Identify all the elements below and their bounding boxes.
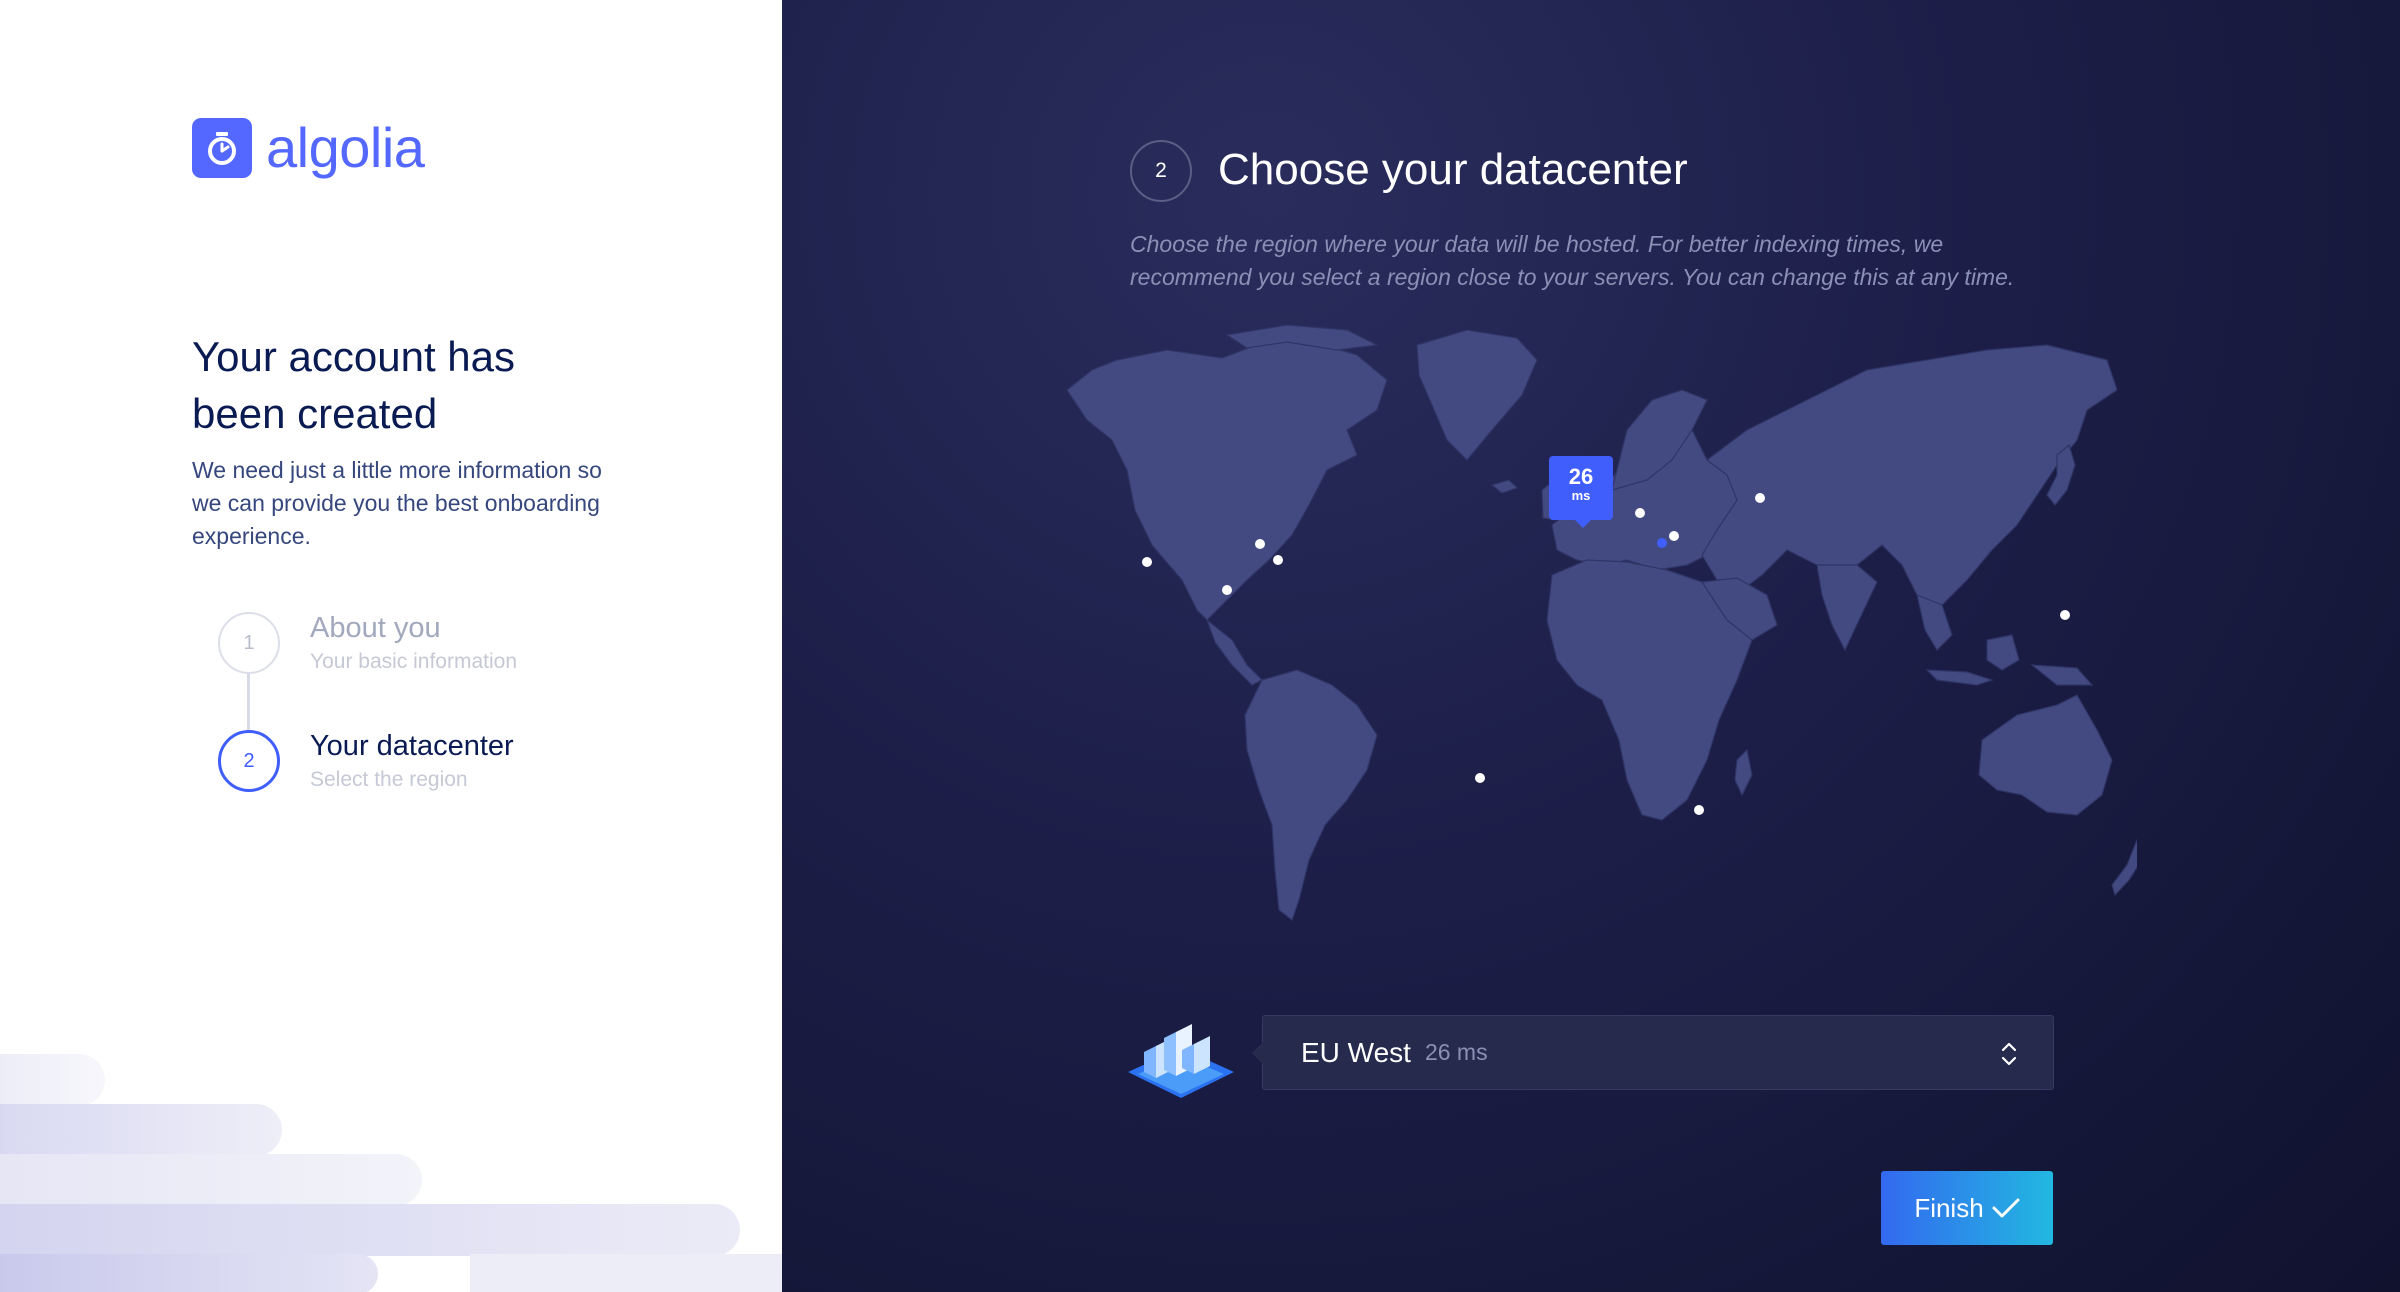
datacenter-dot-us-west <box>1142 557 1152 567</box>
step-connector <box>247 674 250 732</box>
southeast-asia-landmass <box>1916 594 1953 651</box>
finish-button[interactable]: Finish <box>1881 1171 2053 1245</box>
greenland-landmass <box>1416 329 1538 461</box>
south-america-landmass <box>1244 669 1378 921</box>
decorative-cloud <box>0 1104 282 1156</box>
iceland-landmass <box>1490 479 1519 494</box>
datacenter-dot-us-east <box>1255 539 1265 549</box>
logo-wordmark: algolia <box>266 116 425 179</box>
stopwatch-icon <box>192 118 252 178</box>
indonesia-landmass <box>1925 669 1994 686</box>
latency-tooltip-unit: ms <box>1571 488 1591 503</box>
datacenter-dot-south-africa <box>1694 805 1704 815</box>
new-zealand-landmass <box>2111 838 2137 897</box>
latency-tooltip: 26 ms <box>1549 456 1613 528</box>
step-title: Your datacenter <box>310 730 514 762</box>
region-select[interactable]: EU West 26 ms <box>1252 1015 2054 1090</box>
region-select-value: EU West <box>1301 1036 1411 1068</box>
datacenter-dot-us-east-2 <box>1273 555 1283 565</box>
selected-datacenter-dot <box>1657 538 1667 548</box>
new-guinea-landmass <box>2030 664 2094 686</box>
checkmark-icon <box>1992 1198 2020 1218</box>
algolia-logo: algolia <box>192 116 425 179</box>
india-landmass <box>1816 564 1878 652</box>
datacenter-dot-eu-west <box>1635 508 1645 518</box>
datacenter-dot-us-central <box>1222 585 1232 595</box>
step-number-circle: 2 <box>218 730 280 792</box>
datacenter-buildings-icon <box>1128 1024 1234 1098</box>
step-subtitle: Your basic information <box>310 650 518 673</box>
step-subtitle: Select the region <box>310 768 468 791</box>
madagascar-landmass <box>1734 748 1753 797</box>
world-map[interactable] <box>1047 320 2137 940</box>
step-number-circle: 1 <box>218 612 280 674</box>
step-title: About you <box>310 612 441 644</box>
decorative-cloud <box>0 1204 740 1256</box>
left-panel: algolia Your account has been created We… <box>0 0 782 1292</box>
page-subtitle: We need just a little more information s… <box>192 457 602 549</box>
north-america-landmass <box>1066 339 1388 621</box>
borneo-landmass <box>1986 634 2020 671</box>
central-america-landmass <box>1205 618 1264 686</box>
decorative-cloud <box>470 1254 782 1292</box>
australia-landmass <box>1978 694 2113 816</box>
decorative-cloud <box>0 1254 378 1292</box>
select-arrows-icon <box>2001 1042 2017 1066</box>
finish-button-label: Finish <box>1914 1192 1984 1223</box>
decorative-cloud <box>0 1154 422 1206</box>
datacenter-title: Choose your datacenter <box>1218 145 1688 194</box>
datacenter-dot-eu-central <box>1669 531 1679 541</box>
datacenter-dot-brazil <box>1475 773 1485 783</box>
decorative-cloud <box>0 1054 105 1106</box>
asia-landmass <box>1701 344 2118 606</box>
datacenter-description: Choose the region where your data will b… <box>1130 231 2015 290</box>
right-panel: 2 Choose your datacenter Choose the regi… <box>782 0 2400 1292</box>
latency-tooltip-value: 26 <box>1568 464 1594 489</box>
datacenter-dot-russia <box>1755 493 1765 503</box>
datacenter-dot-india <box>2060 610 2070 620</box>
region-latency: 26 ms <box>1424 1039 1488 1065</box>
step-number-badge: 2 <box>1130 140 1192 202</box>
page-title: Your account has been created <box>192 333 516 437</box>
